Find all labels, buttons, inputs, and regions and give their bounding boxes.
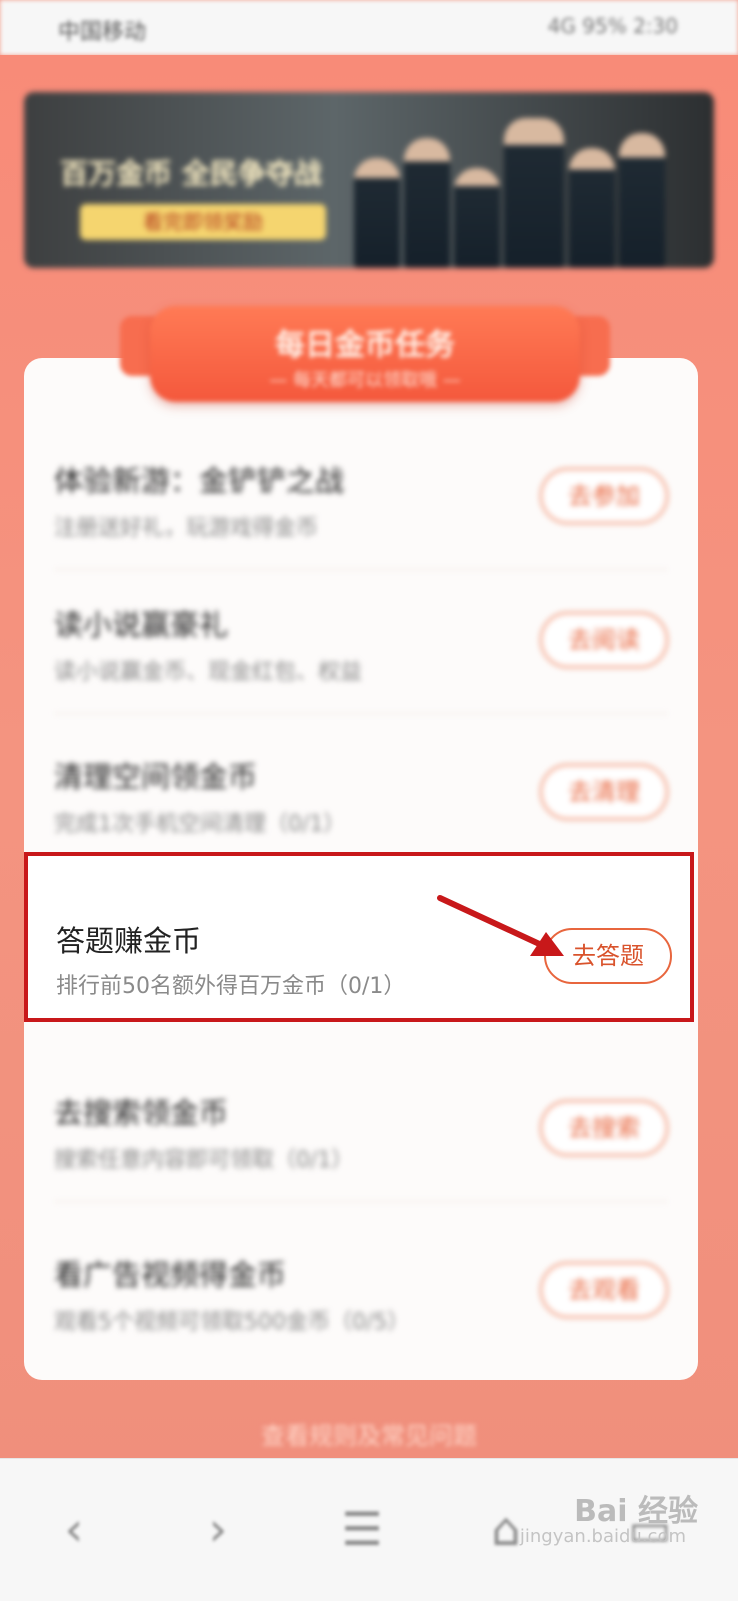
list-item[interactable]: 清理空间领金币 完成1次手机空间清理（0/1） 去清理 [24, 714, 698, 866]
task-subtitle: 观看5个视频可领取500金币（0/5） [54, 1310, 410, 1335]
rules-link[interactable]: 查看规则及常见问题 [0, 1416, 738, 1451]
task-title: 体验新游：金铲铲之战 [54, 464, 345, 498]
task-title: 清理空间领金币 [54, 760, 258, 794]
banner-title: 百万金币 全民争夺战 [60, 157, 322, 190]
banner-pill: 看完即领奖励 [80, 204, 326, 240]
section-subtitle: — 每天都可以领取哦 — [269, 370, 461, 391]
banner-image [344, 112, 684, 268]
section-header: 每日金币任务 — 每天都可以领取哦 — [120, 306, 610, 406]
carrier-label: 中国移动 [58, 20, 147, 45]
task-subtitle: 读小说赢金币、现金红包、权益 [54, 660, 363, 685]
menu-icon[interactable]: ☰ [322, 1489, 402, 1569]
list-item[interactable]: 看广告视频得金币 观看5个视频可领取500金币（0/5） 去观看 [24, 1212, 698, 1364]
task-title: 答题赚金币 [56, 924, 202, 958]
search-button[interactable]: 去搜索 [540, 1100, 668, 1156]
join-button[interactable]: 去参加 [540, 468, 668, 524]
task-subtitle: 排行前50名额外得百万金币（0/1） [56, 974, 406, 999]
promo-banner[interactable]: 百万金币 全民争夺战 看完即领奖励 [24, 92, 714, 268]
back-icon[interactable]: ‹ [34, 1489, 114, 1569]
task-subtitle: 搜索任意内容即可领取（0/1） [54, 1148, 354, 1173]
task-title: 去搜索领金币 [54, 1096, 229, 1130]
status-bar: 中国移动 4G 95% 2:30 [0, 0, 738, 55]
list-item[interactable]: 体验新游：金铲铲之战 注册送好礼，玩游戏得金币 去参加 [24, 418, 698, 570]
forward-icon[interactable]: › [178, 1489, 258, 1569]
task-title: 看广告视频得金币 [54, 1258, 287, 1292]
divider [54, 1201, 668, 1202]
task-title: 读小说赢豪礼 [54, 608, 229, 642]
task-subtitle: 注册送好礼，玩游戏得金币 [54, 516, 319, 541]
section-title: 每日金币任务 [275, 328, 455, 363]
clean-button[interactable]: 去清理 [540, 764, 668, 820]
highlighted-task[interactable]: 答题赚金币 排行前50名额外得百万金币（0/1） 去答题 [24, 852, 694, 1022]
task-subtitle: 完成1次手机空间清理（0/1） [54, 812, 346, 837]
watch-button[interactable]: 去观看 [540, 1262, 668, 1318]
read-button[interactable]: 去阅读 [540, 612, 668, 668]
list-item[interactable]: 去搜索领金币 搜索任意内容即可领取（0/1） 去搜索 [24, 1050, 698, 1202]
watermark-url: jingyan.baidu.com [519, 1526, 686, 1547]
pointer-arrow-icon [437, 895, 564, 956]
list-item[interactable]: 读小说赢豪礼 读小说赢金币、现金红包、权益 去阅读 [24, 562, 698, 714]
status-indicators: 4G 95% 2:30 [547, 14, 678, 38]
baidu-watermark-logo: Bai 经验 [574, 1494, 698, 1529]
